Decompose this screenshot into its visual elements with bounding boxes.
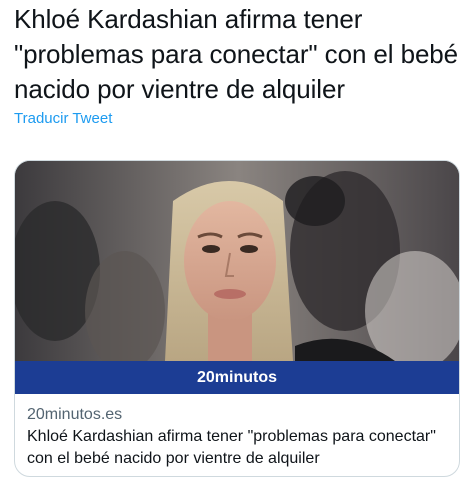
translate-tweet-link[interactable]: Traducir Tweet bbox=[14, 110, 112, 127]
brand-name: 20minutos bbox=[196, 368, 277, 386]
tweet-text: Khloé Kardashian afirma tener "problemas… bbox=[14, 4, 459, 104]
card-domain: 20minutos.es bbox=[27, 406, 123, 423]
link-preview-card[interactable]: 20minutos 20minutos.es Khloé Kardashian … bbox=[14, 160, 460, 477]
card-image bbox=[15, 161, 459, 361]
brand-banner: 20minutos bbox=[15, 361, 459, 394]
card-body: 20minutos.es Khloé Kardashian afirma ten… bbox=[15, 394, 459, 470]
card-title: Khloé Kardashian afirma tener "problemas… bbox=[27, 428, 436, 467]
